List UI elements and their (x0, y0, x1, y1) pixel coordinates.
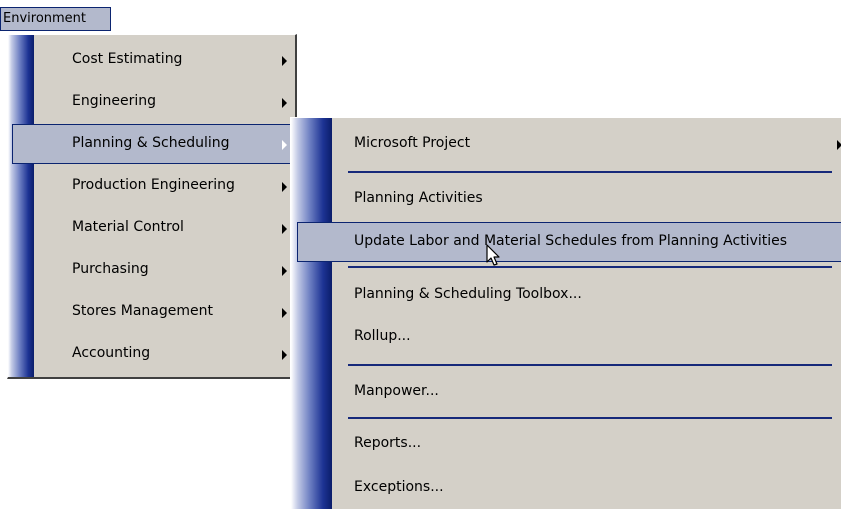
submenu-arrow-icon (282, 308, 287, 318)
menu-separator (348, 171, 832, 173)
menu-item-rollup[interactable]: Rollup... (297, 317, 841, 357)
arrow-pointer-icon (486, 244, 500, 266)
menu-item-label: Microsoft Project (354, 135, 471, 151)
environment-menu-title[interactable]: Environment (0, 7, 111, 31)
menu-item-label: Rollup... (354, 328, 411, 344)
menu-separator (348, 417, 832, 419)
menu-item-production-engineering[interactable]: Production Engineering (12, 166, 292, 206)
menu-item-label: Exceptions... (354, 479, 444, 495)
menu-item-purchasing[interactable]: Purchasing (12, 250, 292, 290)
menu-item-planning-scheduling[interactable]: Planning & Scheduling (12, 124, 292, 164)
submenu-arrow-icon (282, 182, 287, 192)
menu-item-planning-scheduling-toolbox[interactable]: Planning & Scheduling Toolbox... (297, 275, 841, 315)
menu-item-exceptions[interactable]: Exceptions... (297, 468, 841, 508)
menu-item-manpower[interactable]: Manpower... (297, 372, 841, 412)
menu-item-label: Purchasing (72, 261, 149, 277)
menu-item-label: Planning Activities (354, 190, 483, 206)
submenu-arrow-icon (282, 224, 287, 234)
menu-item-label: Planning & Scheduling (72, 135, 230, 151)
menu-separator (348, 364, 832, 366)
menu-item-label: Material Control (72, 219, 184, 235)
menu-item-microsoft-project[interactable]: Microsoft Project (297, 124, 841, 164)
menu-item-label: Engineering (72, 93, 156, 109)
menu-item-label: Update Labor and Material Schedules from… (354, 233, 788, 249)
environment-menu: Cost Estimating Engineering Planning & S… (7, 34, 297, 379)
menu-item-label: Production Engineering (72, 177, 235, 193)
menu-item-engineering[interactable]: Engineering (12, 82, 292, 122)
submenu-arrow-icon (282, 56, 287, 66)
submenu-arrow-icon (282, 140, 287, 150)
menu-item-reports[interactable]: Reports... (297, 424, 841, 464)
menu-item-label: Stores Management (72, 303, 213, 319)
menu-item-label: Reports... (354, 435, 422, 451)
menu-item-label: Planning & Scheduling Toolbox... (354, 286, 582, 302)
submenu-arrow-icon (837, 140, 841, 150)
menu-item-accounting[interactable]: Accounting (12, 334, 292, 374)
submenu-arrow-icon (282, 98, 287, 108)
planning-scheduling-submenu: Microsoft Project Planning Activities Up… (290, 117, 841, 509)
menu-item-label: Manpower... (354, 383, 439, 399)
menu-item-update-labor-material-schedules[interactable]: Update Labor and Material Schedules from… (297, 222, 841, 262)
submenu-arrow-icon (282, 266, 287, 276)
menu-item-cost-estimating[interactable]: Cost Estimating (12, 40, 292, 80)
menu-item-planning-activities[interactable]: Planning Activities (297, 179, 841, 219)
menu-item-material-control[interactable]: Material Control (12, 208, 292, 248)
menu-item-label: Cost Estimating (72, 51, 183, 67)
menu-separator (348, 266, 832, 268)
menu-item-label: Accounting (72, 345, 151, 361)
submenu-arrow-icon (282, 350, 287, 360)
menu-item-stores-management[interactable]: Stores Management (12, 292, 292, 332)
